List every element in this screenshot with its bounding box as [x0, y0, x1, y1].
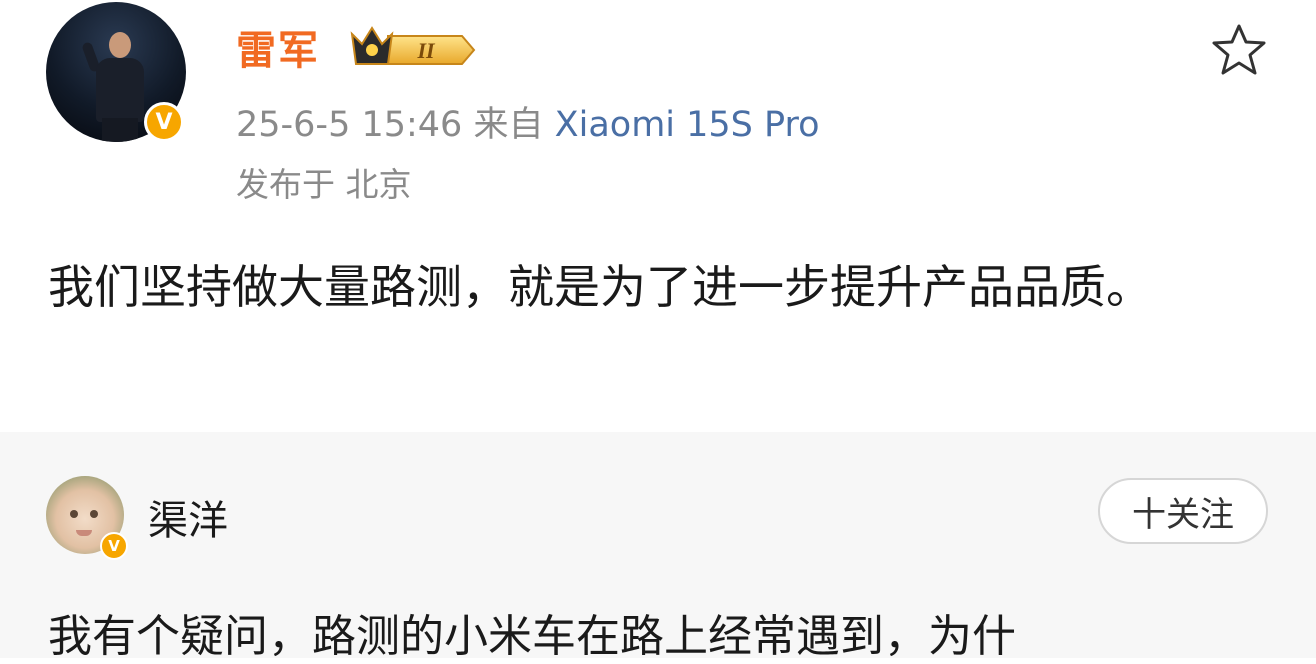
source-device-link[interactable]: Xiaomi 15S Pro	[555, 105, 820, 145]
comment-card: V 渠洋 十关注 我有个疑问，路测的小米车在路上经常遇到，为什	[0, 432, 1316, 662]
avatar-figure-head	[109, 32, 131, 58]
verified-badge-icon: V	[144, 102, 184, 142]
comment-text: 我有个疑问，路测的小米车在路上经常遇到，为什	[48, 611, 1016, 662]
post-content: 我们坚持做大量路测，就是为了进一步提升产品品质。	[48, 260, 1152, 314]
post-timestamp: 25-6-5 15:46	[236, 105, 463, 145]
avatar-eye-right	[90, 510, 98, 518]
level-text: II	[416, 38, 436, 63]
avatar-eye-left	[70, 510, 78, 518]
source-prefix: 来自	[473, 105, 544, 145]
post-meta: 25-6-5 15:46 来自 Xiaomi 15S Pro	[236, 96, 820, 147]
verified-badge-icon: V	[100, 532, 128, 560]
weibo-post: V 雷军 II 25-6-5 15:46 来自 Xiaomi 15S Pro 发…	[0, 0, 1316, 432]
avatar-figure-body	[96, 58, 144, 122]
crown-level-badge-icon[interactable]: II	[348, 20, 476, 70]
avatar-figure-legs	[102, 118, 138, 142]
avatar-mouth	[76, 530, 92, 536]
follow-button[interactable]: 十关注	[1098, 478, 1268, 544]
commenter-name[interactable]: 渠洋	[148, 488, 228, 546]
star-icon[interactable]	[1210, 22, 1268, 78]
author-name[interactable]: 雷军	[236, 18, 320, 76]
post-location: 发布于 北京	[236, 165, 412, 204]
